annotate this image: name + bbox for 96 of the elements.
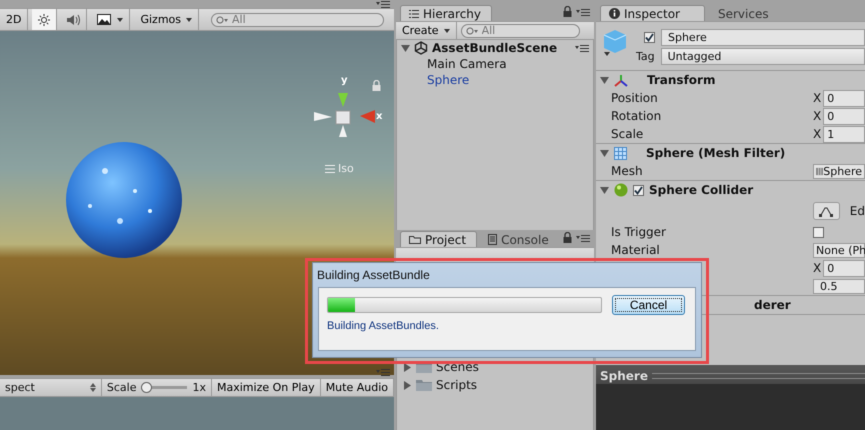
caret-icon bbox=[117, 18, 124, 22]
number-field[interactable]: 0 bbox=[823, 260, 865, 276]
hierarchy-item[interactable]: Main Camera bbox=[397, 56, 593, 72]
tag-dropdown[interactable]: Untagged bbox=[660, 48, 865, 65]
component-title: Sphere (Mesh Filter) bbox=[646, 146, 786, 160]
mode-2d-button[interactable]: 2D bbox=[0, 9, 28, 30]
component-title: Sphere Collider bbox=[649, 183, 754, 197]
axis-label: y bbox=[341, 75, 348, 86]
cube-icon bbox=[602, 28, 628, 58]
scale-label: Scale bbox=[106, 381, 136, 394]
dialog-title: Building AssetBundle bbox=[316, 267, 431, 284]
search-icon bbox=[216, 16, 229, 24]
image-icon bbox=[97, 14, 112, 25]
caret-icon bbox=[186, 18, 192, 22]
lighting-toggle[interactable] bbox=[32, 9, 58, 30]
status-text: Building AssetBundles. bbox=[327, 320, 440, 332]
component-title: derer bbox=[754, 298, 791, 312]
speaker-icon bbox=[67, 14, 80, 26]
panel-menu-icon[interactable] bbox=[576, 234, 590, 242]
panel-menu-icon[interactable] bbox=[576, 8, 590, 16]
axis-label: X bbox=[813, 127, 822, 141]
expanded-arrow-icon[interactable] bbox=[600, 76, 609, 84]
panel-menu-icon[interactable] bbox=[376, 0, 390, 8]
expanded-arrow-icon[interactable] bbox=[600, 186, 609, 194]
panel-tab[interactable]: Project bbox=[400, 231, 478, 247]
field-label: Position bbox=[611, 91, 659, 105]
folder-icon bbox=[416, 361, 432, 373]
edit-collider-button[interactable] bbox=[813, 202, 840, 220]
sphere-icon bbox=[614, 183, 628, 197]
axis-label: x bbox=[376, 111, 382, 122]
number-field[interactable]: 0.5 bbox=[813, 278, 865, 294]
panel-tab[interactable]: Services bbox=[706, 5, 780, 21]
stepper-icon bbox=[90, 383, 96, 392]
field-label: Rotation bbox=[611, 109, 662, 123]
checkmark-icon bbox=[634, 186, 643, 194]
info-icon bbox=[609, 8, 620, 19]
hierarchy-item[interactable]: Sphere bbox=[397, 72, 593, 88]
edit-label: Ed bbox=[850, 204, 865, 218]
scale-value: 1x bbox=[192, 381, 206, 394]
field-label: Material bbox=[611, 243, 661, 257]
document-icon bbox=[488, 234, 498, 245]
cancel-button[interactable]: Cancel bbox=[612, 295, 685, 315]
caret-icon bbox=[444, 28, 450, 32]
field-label: Scale bbox=[611, 127, 644, 141]
panel-menu-icon[interactable] bbox=[376, 368, 390, 376]
create-dropdown[interactable]: Create bbox=[396, 22, 457, 39]
slider-thumb[interactable] bbox=[141, 382, 152, 393]
sun-icon bbox=[38, 14, 50, 26]
lock-icon[interactable] bbox=[372, 80, 381, 91]
number-field[interactable]: 0 bbox=[823, 90, 865, 106]
folder-name[interactable]: Scripts bbox=[436, 378, 478, 392]
search-field[interactable]: All bbox=[460, 24, 580, 38]
tag-label: Tag bbox=[636, 50, 655, 63]
number-field[interactable]: 0 bbox=[823, 108, 865, 124]
scale-slider[interactable] bbox=[141, 382, 188, 393]
axis-label: X bbox=[813, 91, 822, 105]
checkbox[interactable] bbox=[813, 226, 824, 238]
expanded-arrow-icon[interactable] bbox=[401, 44, 410, 52]
toggle-button[interactable]: Mute Audio bbox=[320, 379, 394, 396]
bounds-icon bbox=[819, 206, 834, 216]
enabled-checkbox[interactable] bbox=[633, 184, 644, 196]
search-icon bbox=[466, 26, 479, 34]
list-icon bbox=[409, 10, 419, 18]
folder-icon bbox=[416, 379, 432, 391]
unity-logo-icon bbox=[414, 41, 428, 55]
aspect-dropdown[interactable]: spect bbox=[0, 379, 102, 396]
lock-icon[interactable] bbox=[563, 232, 572, 243]
panel-menu-icon[interactable] bbox=[575, 44, 589, 52]
axis-label: X bbox=[813, 261, 822, 275]
gizmos-dropdown[interactable]: Gizmos bbox=[134, 9, 199, 30]
name-field[interactable]: Sphere bbox=[661, 29, 865, 46]
collapsed-arrow-icon[interactable] bbox=[403, 362, 412, 372]
object-field[interactable]: Sphere bbox=[813, 164, 865, 178]
dropdown-value: spect bbox=[5, 381, 35, 394]
axes-icon bbox=[614, 74, 628, 86]
folder-icon bbox=[409, 235, 421, 244]
scene-name[interactable]: AssetBundleScene bbox=[432, 41, 558, 55]
grid-icon bbox=[614, 146, 627, 160]
axis-label: X bbox=[813, 109, 822, 123]
checkmark-icon bbox=[645, 33, 654, 42]
panel-tab[interactable]: Hierarchy bbox=[400, 5, 492, 21]
object-field[interactable]: None (Ph bbox=[813, 242, 865, 258]
number-field[interactable]: 1 bbox=[823, 126, 865, 142]
component-title: Transform bbox=[647, 73, 716, 87]
active-checkbox[interactable] bbox=[644, 32, 655, 43]
collapsed-arrow-icon[interactable] bbox=[403, 380, 412, 390]
expanded-arrow-icon[interactable] bbox=[600, 148, 609, 158]
field-label: Mesh bbox=[611, 164, 644, 178]
field-label: Is Trigger bbox=[611, 225, 667, 239]
lock-icon[interactable] bbox=[563, 6, 572, 17]
panel-tab[interactable]: Console bbox=[479, 231, 560, 247]
search-field[interactable]: All bbox=[211, 12, 384, 26]
panel-tab[interactable]: Inspector bbox=[600, 5, 705, 21]
toggle-button[interactable]: Maximize On Play bbox=[212, 379, 321, 396]
mesh-icon bbox=[816, 166, 824, 176]
preview-title: Sphere bbox=[600, 369, 648, 383]
